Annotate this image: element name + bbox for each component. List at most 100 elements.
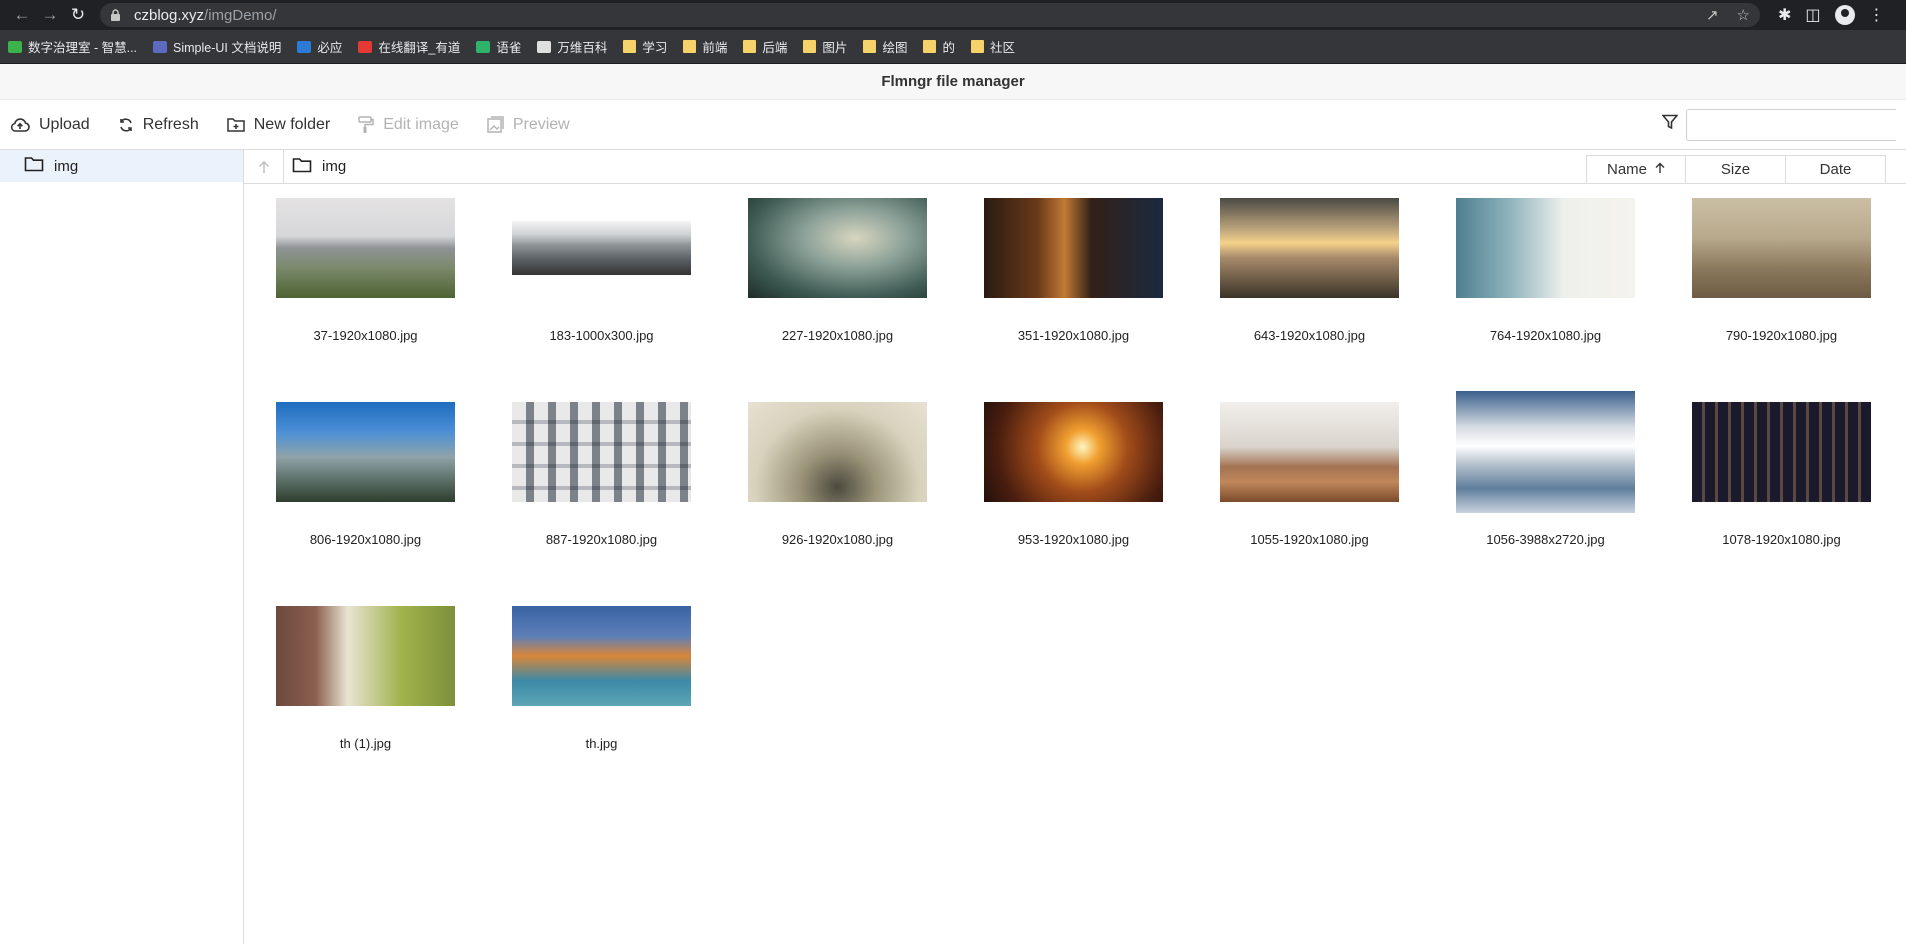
forward-icon[interactable]: → — [36, 0, 64, 30]
thumbnail-frame — [984, 384, 1163, 520]
file-thumbnail[interactable] — [276, 402, 455, 502]
file-tile[interactable]: 953-1920x1080.jpg — [984, 384, 1163, 588]
file-thumbnail[interactable] — [748, 402, 927, 502]
file-thumbnail[interactable] — [1220, 198, 1399, 298]
arrow-up-icon — [1655, 161, 1665, 178]
bookmark-item[interactable]: 数字治理室 - 智慧... — [8, 37, 137, 56]
folder-icon — [683, 40, 697, 53]
file-tile[interactable]: 1078-1920x1080.jpg — [1692, 384, 1871, 588]
back-icon[interactable]: ← — [8, 0, 36, 30]
file-tile[interactable]: 351-1920x1080.jpg — [984, 180, 1163, 384]
file-tile[interactable]: 37-1920x1080.jpg — [276, 180, 455, 384]
up-arrow-icon[interactable] — [244, 149, 284, 184]
file-thumbnail[interactable] — [748, 198, 927, 298]
file-tile[interactable]: 1055-1920x1080.jpg — [1220, 384, 1399, 588]
thumbnail-frame — [984, 180, 1163, 316]
file-thumbnail[interactable] — [276, 198, 455, 298]
file-name: 764-1920x1080.jpg — [1489, 328, 1602, 343]
extensions-icon[interactable]: ✱ — [1778, 5, 1791, 25]
file-thumbnail[interactable] — [1456, 391, 1635, 513]
menu-icon[interactable]: ⋮ — [1869, 5, 1885, 25]
folder-icon — [743, 40, 757, 53]
thumbnail-frame — [276, 384, 455, 520]
bookmark-item[interactable]: 图片 — [803, 37, 847, 56]
bookmark-item[interactable]: 在线翻译_有道 — [358, 37, 460, 56]
file-tile[interactable]: th.jpg — [512, 588, 691, 792]
thumbnail-frame — [1692, 384, 1871, 520]
star-icon[interactable]: ☆ — [1737, 6, 1750, 24]
file-tile[interactable]: 887-1920x1080.jpg — [512, 384, 691, 588]
file-name: 1055-1920x1080.jpg — [1250, 532, 1369, 547]
bookmark-item[interactable]: 绘图 — [863, 37, 907, 56]
app-title: Flmngr file manager — [0, 64, 1906, 100]
new-folder-button[interactable]: New folder — [226, 115, 331, 134]
bookmark-item[interactable]: 的 — [923, 37, 955, 56]
bookmark-label: 后端 — [762, 41, 788, 55]
bookmark-item[interactable]: 前端 — [683, 37, 727, 56]
file-thumbnail[interactable] — [1692, 198, 1871, 298]
file-tile[interactable]: 643-1920x1080.jpg — [1220, 180, 1399, 384]
file-thumbnail[interactable] — [276, 606, 455, 706]
new-folder-label: New folder — [253, 115, 331, 133]
edit-image-label: Edit image — [383, 115, 459, 133]
share-icon[interactable]: ↗ — [1706, 6, 1719, 24]
file-tile[interactable]: 227-1920x1080.jpg — [748, 180, 927, 384]
file-tile[interactable]: th (1).jpg — [276, 588, 455, 792]
file-name: 1056-3988x2720.jpg — [1486, 532, 1605, 547]
bookmark-item[interactable]: 语雀 — [476, 37, 521, 56]
sidepanel-icon[interactable]: ◫ — [1805, 5, 1820, 25]
file-name: 953-1920x1080.jpg — [1017, 532, 1130, 547]
folder-icon — [292, 157, 312, 177]
tree-folder-img[interactable]: img — [0, 150, 243, 182]
bookmark-item[interactable]: 必应 — [297, 37, 342, 56]
bookmark-item[interactable]: Simple-UI 文档说明 — [153, 37, 281, 56]
bookmark-label: 图片 — [822, 41, 848, 55]
profile-avatar[interactable] — [1834, 5, 1855, 25]
bookmark-item[interactable]: 万维百科 — [537, 37, 607, 56]
file-thumbnail[interactable] — [1692, 402, 1871, 502]
upload-button[interactable]: Upload — [10, 116, 90, 134]
file-thumbnail[interactable] — [1456, 198, 1635, 298]
file-thumbnail[interactable] — [984, 402, 1163, 502]
url-path: /imgDemo/ — [204, 6, 277, 24]
preview-icon — [487, 116, 504, 133]
bookmark-item[interactable]: 后端 — [743, 37, 787, 56]
folder-tree: img — [0, 150, 244, 944]
folder-icon — [623, 40, 637, 53]
search-input[interactable] — [1686, 108, 1896, 141]
sort-name-button[interactable]: Name — [1586, 155, 1686, 183]
path-bar: img Name Size Date — [244, 149, 1906, 184]
file-thumbnail[interactable] — [984, 198, 1163, 298]
file-thumbnail[interactable] — [512, 606, 691, 706]
file-thumbnail[interactable] — [512, 402, 691, 502]
file-tile[interactable]: 764-1920x1080.jpg — [1456, 180, 1635, 384]
favicon-icon — [537, 40, 552, 53]
sort-date-button[interactable]: Date — [1786, 155, 1886, 183]
preview-button[interactable]: Preview — [487, 116, 570, 134]
file-tile[interactable]: 926-1920x1080.jpg — [748, 384, 927, 588]
file-tile[interactable]: 806-1920x1080.jpg — [276, 384, 455, 588]
breadcrumb-current: img — [322, 158, 347, 175]
file-tile[interactable]: 183-1000x300.jpg — [512, 180, 691, 384]
sort-size-label: Size — [1720, 161, 1751, 178]
refresh-button[interactable]: Refresh — [118, 116, 199, 134]
sort-size-button[interactable]: Size — [1686, 155, 1786, 183]
bookmark-item[interactable]: 社区 — [970, 37, 1015, 56]
file-thumbnail[interactable] — [512, 221, 691, 275]
refresh-icon — [118, 117, 134, 133]
file-tile[interactable]: 790-1920x1080.jpg — [1692, 180, 1871, 384]
breadcrumb[interactable]: img — [284, 157, 346, 177]
filter-icon[interactable] — [1661, 114, 1679, 135]
file-name: 183-1000x300.jpg — [549, 328, 654, 343]
lock-icon — [110, 8, 124, 22]
file-tile[interactable]: 1056-3988x2720.jpg — [1456, 384, 1635, 588]
bookmark-item[interactable]: 学习 — [623, 37, 667, 56]
thumbnail-frame — [276, 588, 455, 724]
file-thumbnail[interactable] — [1220, 402, 1399, 502]
thumbnail-frame — [1456, 384, 1635, 520]
reload-icon[interactable]: ↻ — [64, 0, 92, 30]
favicon-icon — [476, 40, 491, 53]
address-bar[interactable]: czblog.xyz/imgDemo/ ↗ ☆ — [100, 3, 1760, 27]
file-name: 887-1920x1080.jpg — [545, 532, 658, 547]
edit-image-button[interactable]: Edit image — [358, 116, 459, 134]
